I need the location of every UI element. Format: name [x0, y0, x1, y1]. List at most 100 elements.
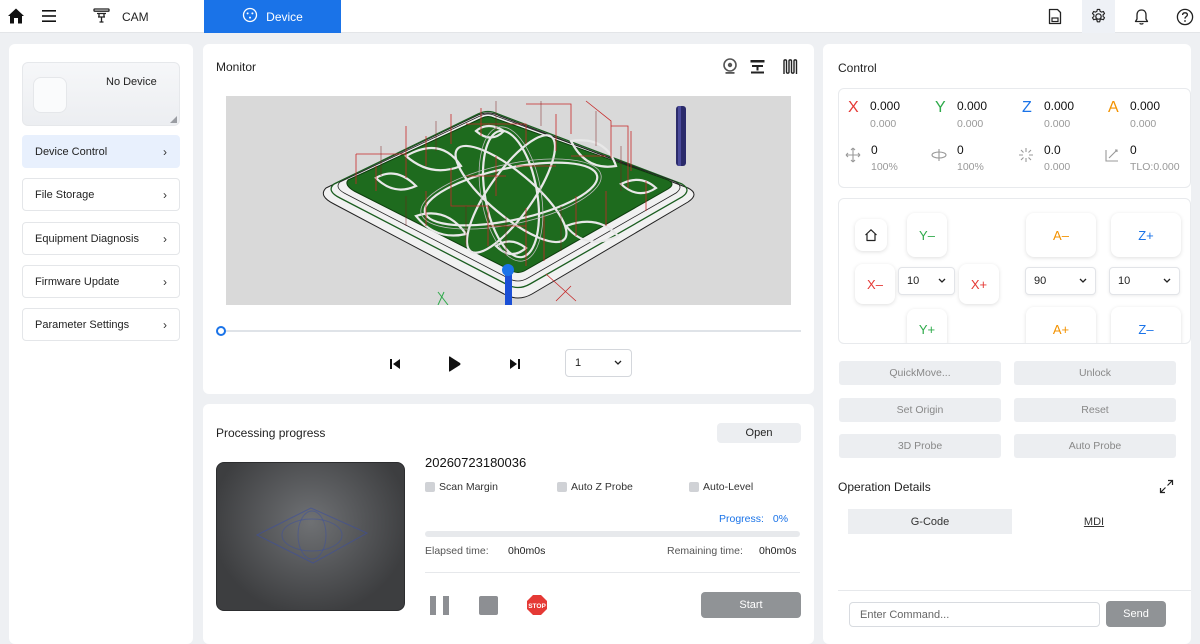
tab-cam[interactable]: CAM [93, 0, 149, 33]
pause-icon[interactable] [430, 596, 449, 615]
axis-letter: Y [935, 99, 946, 116]
set-origin-button[interactable]: Set Origin [839, 398, 1001, 422]
command-input[interactable] [849, 602, 1100, 627]
chevron-down-icon [938, 275, 946, 287]
tab-gcode[interactable]: G-Code [848, 509, 1012, 534]
toolpath-icon[interactable] [782, 58, 799, 78]
tool-length-icon [1104, 147, 1120, 163]
stat-subvalue: 100% [871, 161, 898, 173]
stop-icon[interactable] [479, 596, 498, 615]
reset-button[interactable]: Reset [1014, 398, 1176, 422]
device-card[interactable]: No Device [22, 62, 180, 126]
machine-icon[interactable] [749, 58, 766, 78]
tab-device[interactable]: Device [204, 0, 341, 33]
divider [425, 572, 800, 573]
playback-slider-knob[interactable] [216, 326, 226, 336]
auto-z-probe-checkbox[interactable]: Auto Z Probe [557, 481, 633, 493]
webcam-icon[interactable] [722, 58, 738, 78]
chevron-down-icon [1163, 275, 1171, 287]
menu-icon[interactable] [40, 7, 58, 25]
sidebar-item-device-control[interactable]: Device Control › [22, 135, 180, 168]
z-step-select[interactable]: 10 [1109, 267, 1180, 295]
sidebar-item-parameter-settings[interactable]: Parameter Settings › [22, 308, 180, 341]
top-bar: CAM Device [0, 0, 1200, 33]
toolpath-viewer[interactable] [226, 96, 791, 305]
sidebar-item-firmware-update[interactable]: Firmware Update › [22, 265, 180, 298]
jog-x-plus-button[interactable]: X+ [959, 264, 999, 304]
gear-icon[interactable] [1082, 0, 1115, 33]
start-button[interactable]: Start [701, 592, 801, 618]
playback-slider-track[interactable] [221, 330, 801, 332]
open-button[interactable]: Open [717, 423, 801, 443]
speed-select[interactable]: 1 [565, 349, 632, 377]
stat-value: 0.0 [1044, 143, 1061, 157]
send-button[interactable]: Send [1106, 601, 1166, 627]
chevron-right-icon: › [163, 317, 167, 332]
auto-level-checkbox[interactable]: Auto-Level [689, 481, 753, 493]
checkbox-box[interactable] [557, 482, 567, 492]
monitor-panel: Monitor 1 [203, 44, 814, 394]
scan-margin-checkbox[interactable]: Scan Margin [425, 481, 498, 493]
home-icon[interactable] [7, 7, 25, 25]
jog-z-plus-button[interactable]: Z+ [1111, 213, 1181, 257]
quick-move-button[interactable]: QuickMove... [839, 361, 1001, 385]
progress-label: Progress: [719, 513, 764, 525]
save-icon[interactable] [1038, 0, 1071, 33]
elapsed-label: Elapsed time: [425, 545, 489, 557]
xy-step-select[interactable]: 10 [898, 267, 955, 295]
stat-subvalue: TLO:0.000 [1130, 161, 1180, 173]
elapsed-value: 0h0m0s [508, 545, 546, 557]
axis-value: 0.000 [1130, 99, 1161, 113]
jog-y-plus-button[interactable]: Y+ [907, 309, 947, 343]
emergency-stop-icon[interactable]: STOP [526, 594, 548, 616]
stat-value: 0 [1130, 143, 1137, 157]
operation-details-title: Operation Details [838, 480, 931, 494]
sidebar-item-equipment-diagnosis[interactable]: Equipment Diagnosis › [22, 222, 180, 255]
play-icon[interactable] [444, 354, 464, 374]
checkbox-label: Scan Margin [439, 481, 498, 493]
jog-a-plus-button[interactable]: A+ [1026, 307, 1096, 343]
monitor-title: Monitor [216, 60, 257, 74]
divider [838, 590, 1191, 591]
feed-rate-icon [845, 147, 861, 163]
checkbox-box[interactable] [689, 482, 699, 492]
xy-step-value: 10 [907, 275, 920, 287]
checkbox-label: Auto Z Probe [571, 481, 633, 493]
checkbox-box[interactable] [425, 482, 435, 492]
progress-bar [425, 531, 800, 537]
skip-forward-icon[interactable] [505, 354, 525, 374]
a-step-select[interactable]: 90 [1025, 267, 1096, 295]
tab-mdi[interactable]: MDI [1012, 509, 1176, 534]
skip-back-icon[interactable] [385, 354, 405, 374]
help-icon[interactable] [1168, 0, 1200, 33]
jog-x-minus-button[interactable]: X– [855, 264, 895, 304]
expand-icon[interactable] [1159, 479, 1174, 497]
axis-subvalue: 0.000 [1130, 118, 1157, 130]
auto-probe-button[interactable]: Auto Probe [1014, 434, 1176, 458]
3d-probe-button[interactable]: 3D Probe [839, 434, 1001, 458]
jog-z-minus-button[interactable]: Z– [1111, 307, 1181, 343]
z-step-value: 10 [1118, 275, 1131, 287]
progress-value: 0% [772, 513, 789, 525]
jog-y-minus-button[interactable]: Y– [907, 213, 947, 257]
device-icon [242, 7, 258, 26]
axis-value: 0.000 [957, 99, 988, 113]
remaining-label: Remaining time: [667, 545, 743, 557]
chevron-right-icon: › [163, 231, 167, 246]
tab-cam-label: CAM [122, 9, 149, 24]
axis-value: 0.000 [870, 99, 901, 113]
stat-value: 0 [871, 143, 878, 157]
chevron-right-icon: › [163, 144, 167, 159]
jog-a-minus-button[interactable]: A– [1026, 213, 1096, 257]
job-preview [216, 462, 405, 611]
bell-icon[interactable] [1125, 0, 1158, 33]
chevron-right-icon: › [163, 274, 167, 289]
progress-title: Processing progress [216, 426, 326, 440]
home-axes-button[interactable] [855, 219, 887, 251]
unlock-button[interactable]: Unlock [1014, 361, 1176, 385]
tab-device-label: Device [266, 9, 303, 24]
operation-tabs: G-Code MDI [848, 509, 1176, 534]
axis-subvalue: 0.000 [870, 118, 897, 130]
control-panel: Control X 0.000 0.000 Y 0.000 0.000 Z 0.… [823, 44, 1191, 644]
sidebar-item-file-storage[interactable]: File Storage › [22, 178, 180, 211]
